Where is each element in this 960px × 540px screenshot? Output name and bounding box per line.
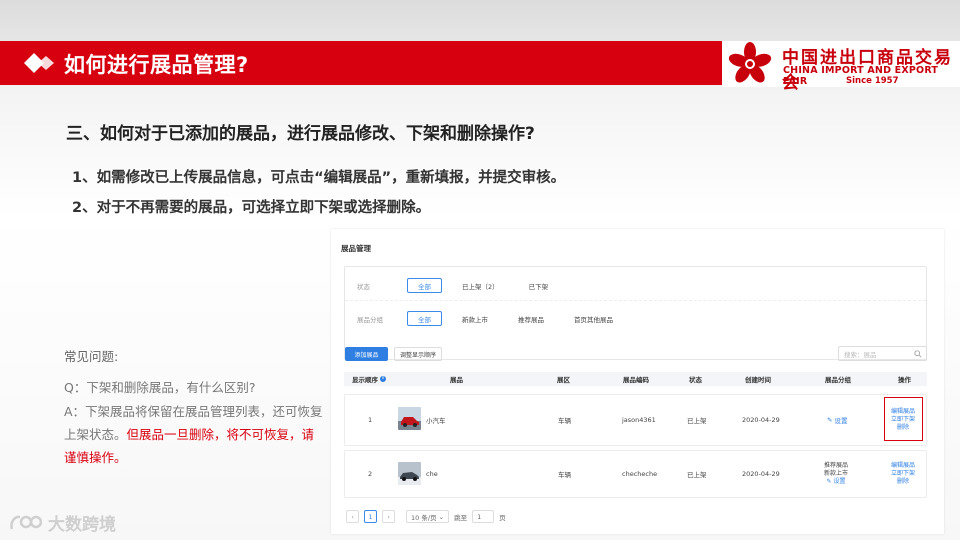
jump-label: 跳至: [454, 513, 468, 522]
page-unit-label: 页: [499, 513, 506, 522]
faq-answer: A：下架展品将保留在展品管理列表，还可恢复上架状态。但展品一旦删除，将不可恢复，…: [64, 400, 324, 469]
row-status: 已上架: [687, 417, 707, 425]
row-created: 2020-04-29: [742, 416, 780, 424]
setting-link[interactable]: 设置: [834, 478, 846, 486]
row-ops: 编辑展品 立即下架 删除: [891, 451, 915, 497]
edit-exhibit-link[interactable]: 编辑展品: [891, 462, 915, 470]
faq-question: Q：下架和删除展品，有什么区别?: [64, 380, 256, 395]
operations-highlight-box: [884, 397, 923, 441]
status-option-unlisted[interactable]: 已下架: [519, 278, 559, 293]
group-option-all[interactable]: 全部: [407, 311, 442, 326]
row-zone: 车辆: [558, 417, 571, 425]
row-code: jason4361: [622, 416, 656, 424]
group-option-homepage-other[interactable]: 首页其他展品: [564, 311, 623, 326]
slide: 如何进行展品管理? 中国进出口商品交易会 CHINA IMPORT AND EX…: [0, 0, 960, 540]
search-input[interactable]: 搜索：展品: [838, 346, 927, 361]
row-created: 2020-04-29: [742, 470, 780, 478]
row-setting[interactable]: ✎ 设置: [827, 395, 847, 445]
slide-title: 如何进行展品管理?: [64, 53, 249, 77]
group-filter: 展品分组 全部 新款上市 推荐展品 首页其他展品: [357, 311, 633, 326]
status-option-listed[interactable]: 已上架（2）: [452, 278, 509, 293]
row-group-tag: 新款上市: [824, 470, 849, 477]
car-thumbnail-icon: [398, 462, 421, 485]
col-created: 创建时间: [745, 376, 771, 384]
canton-fair-flower-icon: [728, 42, 772, 83]
info-icon: i: [380, 376, 386, 382]
search-icon: [914, 350, 922, 358]
pagination: ‹ 1 › 10 条/页 ⌄ 跳至 1 页: [346, 510, 506, 523]
table-row: 2 che 车辆 checheche 已上架 2020-04-29 推荐展品 新…: [344, 450, 927, 498]
edit-pencil-icon: ✎: [826, 478, 832, 485]
step-1: 1、如需修改已上传展品信息，可点击“编辑展品”，重新填报，并提交审核。: [72, 170, 566, 186]
exhibit-management-panel: 展品管理 状态 全部 已上架（2） 已下架 展品分组 全部 新款上市 推荐展品 …: [331, 229, 944, 534]
filter-divider: [345, 300, 926, 301]
row-order: 2: [368, 470, 373, 478]
logo-since: Since 1957: [846, 76, 899, 86]
status-option-all[interactable]: 全部: [407, 278, 442, 293]
row-status: 已上架: [687, 471, 707, 479]
status-filter-label: 状态: [357, 282, 370, 291]
prev-page-button[interactable]: ‹: [346, 510, 359, 523]
diamond-bullet-icon: [24, 53, 54, 73]
adjust-order-button[interactable]: 调整显示顺序: [394, 347, 442, 361]
step-2: 2、对于不再需要的展品，可选择立即下架或选择删除。: [72, 200, 431, 216]
group-filter-label: 展品分组: [357, 315, 383, 324]
edit-pencil-icon: ✎: [827, 416, 833, 424]
col-order-label: 显示顺序: [352, 376, 378, 384]
group-option-recommended[interactable]: 推荐展品: [508, 311, 554, 326]
delete-link[interactable]: 删除: [897, 478, 909, 486]
watermark-logo-icon: [10, 515, 42, 529]
col-zone: 展区: [557, 376, 570, 384]
col-exhibit: 展品: [450, 376, 463, 384]
page-size-value: 10 条/页: [411, 513, 437, 522]
canton-fair-logo: 中国进出口商品交易会 CHINA IMPORT AND EXPORT FAIR …: [722, 41, 960, 93]
setting-link[interactable]: 设置: [834, 415, 847, 425]
section-heading: 三、如何对于已添加的展品，进行展品修改、下架和删除操作?: [66, 124, 535, 144]
add-exhibit-button[interactable]: 添加展品: [345, 347, 388, 361]
group-option-new[interactable]: 新款上市: [452, 311, 498, 326]
delist-link[interactable]: 立即下架: [891, 470, 915, 478]
row-code: checheche: [622, 470, 658, 478]
col-status: 状态: [689, 376, 702, 384]
jump-page-input[interactable]: 1: [472, 510, 495, 523]
title-bar: 如何进行展品管理?: [0, 41, 722, 85]
status-filter: 状态 全部 已上架（2） 已下架: [357, 278, 568, 293]
table-row: 1 小汽车 车辆 jason4361 已上架 2020-04-29 ✎ 设置 编辑…: [344, 394, 927, 446]
row-group-tag: 推荐展品: [824, 462, 849, 469]
col-order: 显示顺序 i: [352, 372, 386, 386]
col-code: 展品编码: [623, 376, 649, 384]
col-ops: 操作: [898, 376, 911, 384]
watermark: 大数跨境: [8, 510, 116, 535]
row-zone: 车辆: [558, 471, 571, 479]
col-group: 展品分组: [825, 376, 851, 384]
faq-title: 常见问题:: [64, 349, 119, 364]
row-groups: 推荐展品 新款上市 ✎ 设置: [824, 451, 848, 497]
page-size-select[interactable]: 10 条/页 ⌄: [406, 510, 450, 523]
next-page-button[interactable]: ›: [382, 510, 395, 523]
search-placeholder: 搜索：展品: [844, 350, 877, 359]
row-order: 1: [368, 416, 373, 424]
watermark-text: 大数跨境: [48, 515, 116, 535]
row-name[interactable]: che: [426, 451, 438, 497]
row-name[interactable]: 小汽车: [426, 395, 446, 445]
table-header: 显示顺序 i 展品 展区 展品编码 状态 创建时间 展品分组 操作: [344, 372, 927, 386]
panel-title: 展品管理: [341, 244, 371, 253]
car-thumbnail-icon: [398, 407, 421, 430]
chevron-down-icon: ⌄: [438, 512, 445, 521]
page-button-current[interactable]: 1: [364, 510, 377, 523]
